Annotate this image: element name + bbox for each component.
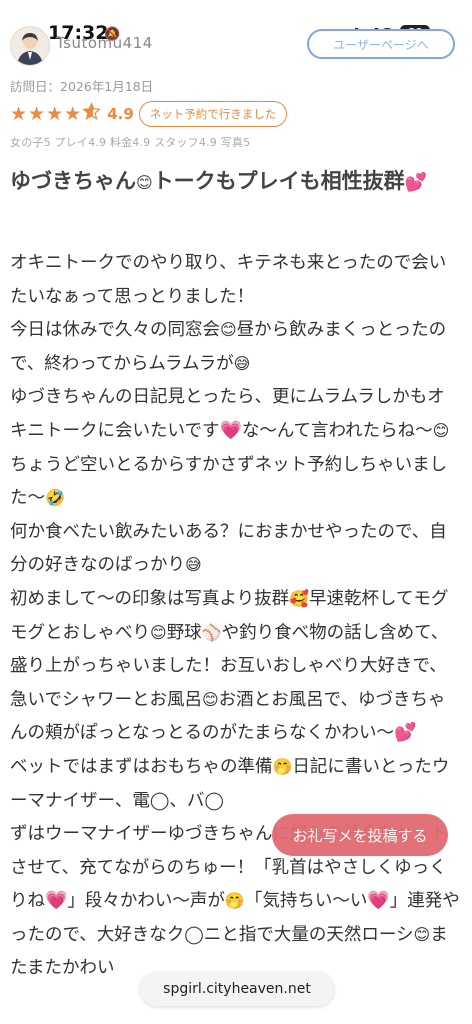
baseball-emoji-icon: ⚾ bbox=[201, 622, 222, 642]
review-paragraph: ゆづきちゃんの日記見とったら、更にムラムラしかもオキニトークに会いたいです💗な〜… bbox=[10, 387, 450, 509]
post-thanks-photo-button[interactable]: お礼写メを投稿する bbox=[272, 814, 448, 856]
avatar[interactable] bbox=[10, 26, 50, 66]
title-text-1: ゆづきちゃん bbox=[10, 169, 136, 193]
title-text-2: トークもプレイも相性抜群 bbox=[152, 169, 405, 193]
review-paragraph: 今日は休みで久々の同窓会😊昼から飲みまくっとったので、終わってからムラムラが😅 bbox=[10, 320, 447, 374]
review-paragraph: 初めまして〜の印象は写真より抜群🥰早速乾杯してモグモグとおしゃべり😊野球⚾や釣り… bbox=[10, 588, 449, 744]
review-paragraph: オキニトークでのやり取り、キテネも来とったので会いたいなぁって思っとりました！ bbox=[10, 253, 447, 307]
smile-emoji-icon: 😊 bbox=[220, 320, 237, 340]
smile-emoji-icon: 😊 bbox=[136, 173, 153, 192]
heart-emoji-icon: 💗 bbox=[45, 890, 68, 912]
heart-emoji-icon: 💕 bbox=[404, 172, 428, 193]
rating-row: ★ ★ ★ ★ 4.9 ネット予約で行きました bbox=[10, 101, 288, 127]
sweat-emoji-icon: 😅 bbox=[185, 555, 202, 575]
url-bar[interactable]: spgirl.cityheaven.net bbox=[140, 972, 334, 1006]
star-icon: ★ bbox=[64, 103, 82, 125]
review-paragraph: ベットではまずはおもちゃの準備🤭日記に書いとったウーマナイザー、電◯、バ◯ bbox=[10, 756, 450, 811]
visit-date: 訪問日：2026年1月18日 bbox=[10, 79, 154, 94]
user-page-button[interactable]: ユーザーページへ bbox=[307, 29, 455, 59]
heart-emoji-icon: 💗 bbox=[219, 419, 242, 441]
review-paragraph: 何か食べたい飲みたいある？におまかせやったので、自分の好きなのばっかり😅 bbox=[10, 521, 447, 576]
star-icon: ★ bbox=[10, 103, 28, 125]
love-emoji-icon: 🥰 bbox=[289, 588, 310, 608]
smile-emoji-icon: 😊 bbox=[201, 689, 219, 709]
smile-emoji-icon: 😊 bbox=[432, 420, 450, 440]
laugh-emoji-icon: 🤣 bbox=[45, 488, 65, 508]
review-title: ゆづきちゃん😊トークもプレイも相性抜群💕 bbox=[10, 166, 460, 196]
net-reservation-badge: ネット予約で行きました bbox=[138, 101, 288, 127]
star-icon: ★ bbox=[46, 103, 64, 125]
giggle-emoji-icon: 🤭 bbox=[272, 756, 293, 776]
heart-emoji-icon: 💕 bbox=[393, 722, 417, 744]
rating-value: 4.9 bbox=[107, 105, 134, 123]
sub-scores: 女の子5 プレイ4.9 料金4.9 スタッフ4.9 写真5 bbox=[10, 136, 251, 149]
star-icon: ★ bbox=[28, 103, 46, 125]
user-avatar-icon bbox=[17, 33, 43, 65]
sweat-emoji-icon: 😅 bbox=[233, 353, 251, 373]
smile-emoji-icon: 😊 bbox=[150, 622, 167, 642]
review-body: オキニトークでのやり取り、キテネも来とったので会いたいなぁって思っとりました！ … bbox=[10, 247, 462, 986]
face-emoji-icon: 😊 bbox=[413, 924, 431, 944]
heart-emoji-icon: 💗 bbox=[367, 890, 390, 912]
half-star-icon bbox=[82, 101, 102, 127]
username[interactable]: Tsutomu414 bbox=[56, 34, 153, 52]
giggle-emoji-icon: 🤭 bbox=[224, 891, 245, 911]
